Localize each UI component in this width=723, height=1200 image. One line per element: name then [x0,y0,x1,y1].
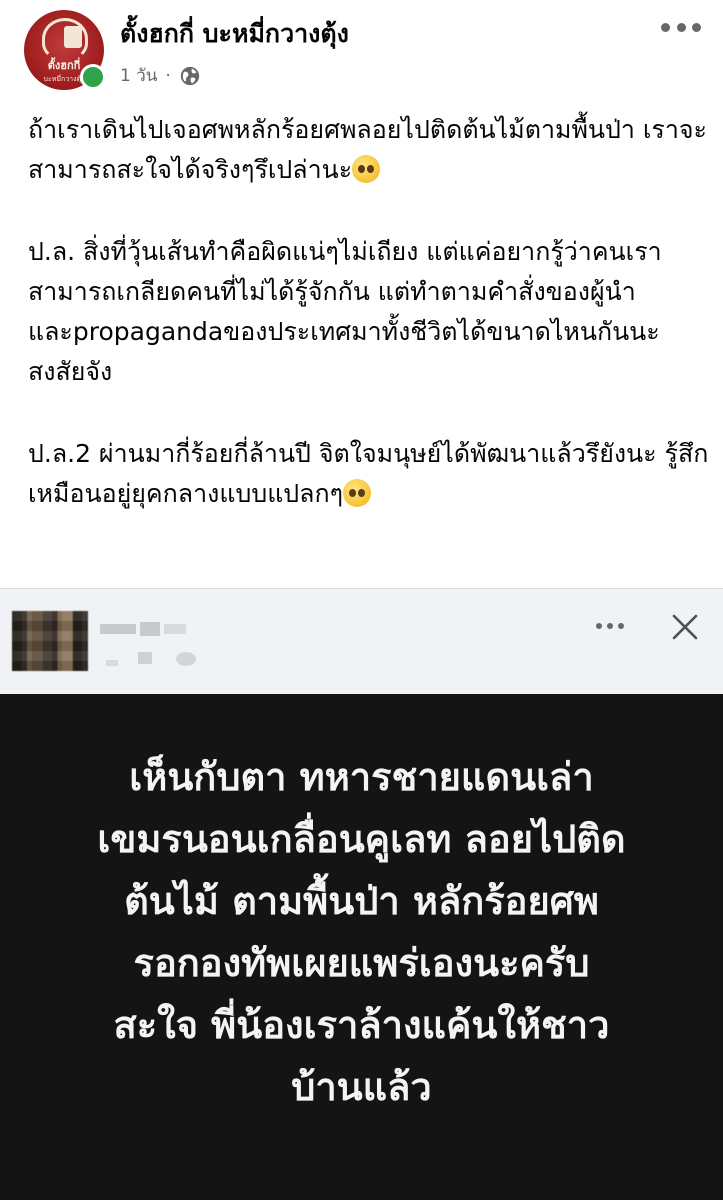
shared-quote-image[interactable]: เห็นกับตา ทหารชายแดนเล่า เขมรนอนเกลื่อนค… [0,694,723,1200]
pleading-face-emoji [343,479,372,507]
post-body: ถ้าเราเดินไปเจอศพหลักร้อยศพลอยไปติดต้นไม… [28,110,718,556]
post-paragraph-3: ป.ล.2 ผ่านมากี่ร้อยกี่ล้านปี จิตใจมนุษย์… [28,434,718,514]
post-timestamp[interactable]: 1 วัน [120,62,157,89]
shared-post-header [0,588,723,695]
globe-icon [180,66,199,85]
post-meta: 1 วัน · [120,62,201,89]
post-paragraph-2: ป.ล. สิ่งที่วุ้นเส้นทำคือผิดแน่ๆไม่เถียง… [28,232,718,392]
shared-more-options-icon[interactable] [596,622,624,630]
post-paragraph-1: ถ้าเราเดินไปเจอศพหลักร้อยศพลอยไปติดต้นไม… [28,110,718,190]
post-card: ตั้งฮกกี่ บะหมี่กวางตุ้ง ตั้งฮกกี่ บะหมี… [0,0,723,588]
meta-separator: · [165,65,171,86]
pleading-face-emoji [352,155,381,183]
online-status-indicator [80,64,106,90]
more-options-icon[interactable] [661,22,701,32]
shared-quote-text: เห็นกับตา ทหารชายแดนเล่า เขมรนอนเกลื่อนค… [97,755,626,1109]
blurred-avatar[interactable] [12,611,88,671]
close-icon[interactable] [670,612,700,642]
post-paragraph-2-text: ป.ล. สิ่งที่วุ้นเส้นทำคือผิดแน่ๆไม่เถียง… [28,237,662,386]
page-name-link[interactable]: ตั้งฮกกี่ บะหมี่กวางตุ้ง [120,14,349,54]
logo-mark-shape [64,26,82,48]
